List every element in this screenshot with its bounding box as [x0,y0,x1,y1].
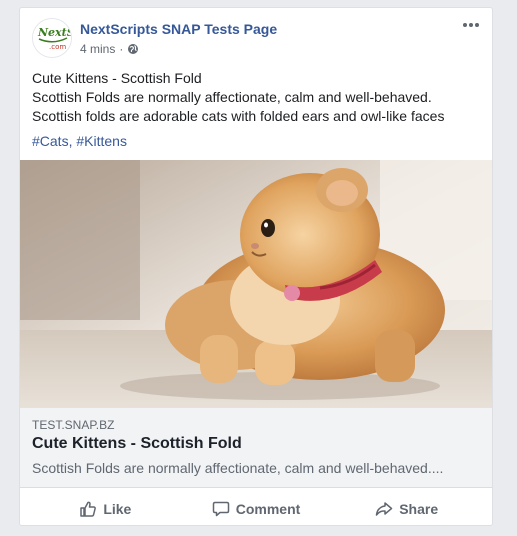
nextscripts-logo: NextScripts .com [33,19,72,57]
link-preview[interactable]: TEST.SNAP.BZ Cute Kittens - Scottish Fol… [20,408,492,488]
more-icon [463,23,479,27]
comment-label: Comment [235,501,301,517]
post-hashtags: #Cats, #Kittens [32,133,127,149]
like-label: Like [103,501,132,517]
more-options-button[interactable] [458,18,482,36]
post-meta: 4 mins · [80,42,139,56]
post-actions: Like Comment Share [30,493,482,525]
logo-sub-text: .com [49,43,66,51]
link-domain: TEST.SNAP.BZ [32,418,115,432]
post-card: NextScripts .com NextScripts SNAP Tests … [19,7,493,526]
link-description: Scottish Folds are normally affectionate… [32,460,444,476]
logo-text: NextScripts [37,26,72,39]
post-text-line: Scottish Folds are normally affectionate… [32,89,432,105]
post-text-line: Scottish folds are adorable cats with fo… [32,108,445,124]
post-header: NextScripts .com NextScripts SNAP Tests … [32,18,482,62]
page-avatar[interactable]: NextScripts .com [32,18,72,58]
page-name-link[interactable]: NextScripts SNAP Tests Page [80,21,277,37]
comment-icon [212,501,229,517]
link-title[interactable]: Cute Kittens - Scottish Fold [32,435,242,453]
share-icon [375,502,393,516]
share-label: Share [399,501,439,517]
post-timestamp[interactable]: 4 mins [80,42,115,56]
post-text-line: Cute Kittens - Scottish Fold [32,70,202,86]
like-button[interactable]: Like [30,493,181,525]
hashtag-kittens[interactable]: #Kittens [76,133,127,149]
meta-separator: · [119,42,124,56]
post-photo[interactable] [20,160,492,408]
share-button[interactable]: Share [331,493,482,525]
comment-button[interactable]: Comment [181,493,332,525]
post-message: Cute Kittens - Scottish Fold Scottish Fo… [32,69,482,126]
hashtag-cats[interactable]: #Cats [32,133,69,149]
globe-icon[interactable] [127,43,139,55]
kitten-photo [20,160,492,408]
thumbs-up-icon [80,501,97,517]
